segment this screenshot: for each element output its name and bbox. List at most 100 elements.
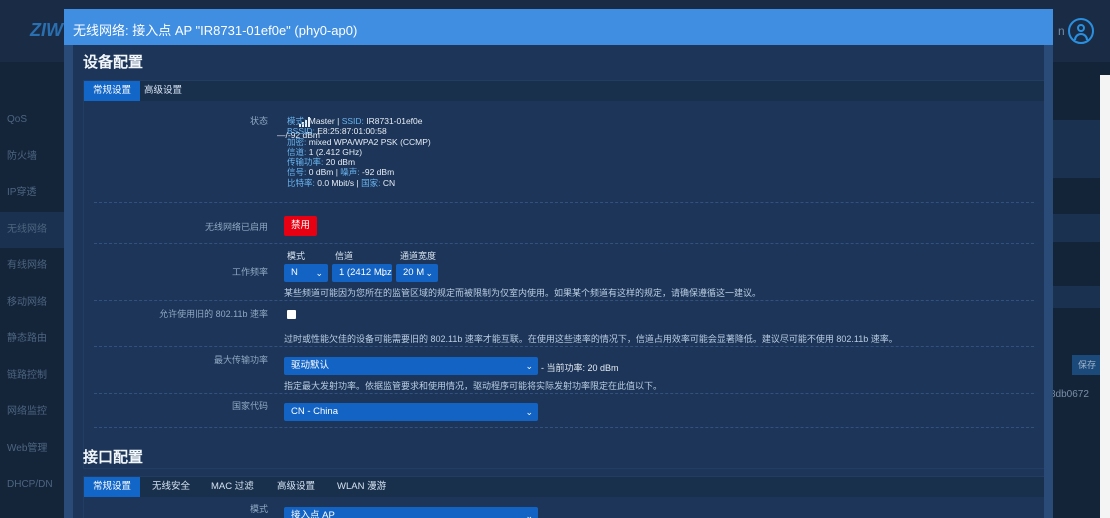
status-line-channel: 信道: 1 (2.412 GHz) — [287, 147, 431, 157]
bssid-value: E8:25:87:01:00:58 — [317, 126, 387, 137]
status-line-mode: 模式: Master | SSID: IR8731-01ef0e — [287, 116, 423, 126]
tx-power-note: 指定最大发射功率。依据监管要求和使用情况，驱动程序可能将实际发射功率限定在此值以… — [284, 381, 663, 391]
mode-key: 模式: — [287, 116, 307, 126]
sidebar-item-firewall[interactable]: 防火墙 — [0, 139, 64, 176]
divider — [94, 346, 1034, 347]
width-select-value: 20 M — [403, 267, 425, 278]
status-label: 状态 — [249, 116, 268, 126]
tab-general-settings[interactable]: 常规设置 — [84, 81, 141, 101]
country-code-value: CN - China — [291, 406, 338, 417]
sidebar-item-qos[interactable]: QoS — [0, 102, 64, 139]
sidebar-item-wired[interactable]: 有线网络 — [0, 248, 64, 285]
country-code-label: 国家代码 — [231, 401, 268, 411]
bssid-key: BSSID: — [287, 126, 315, 137]
divider — [94, 427, 1034, 428]
disable-wireless-button[interactable]: 禁用 — [284, 216, 317, 236]
tab-advanced-settings[interactable]: 高级设置 — [277, 477, 315, 497]
tx-power-select[interactable]: 驱动默认 ⌄ — [284, 357, 538, 375]
signal-value: 0 dBm — [308, 167, 334, 178]
bitrate-key: 比特率: — [287, 177, 315, 188]
ssid-value: IR8731-01ef0e — [366, 116, 423, 126]
interface-config-panel: 常规设置 无线安全 MAC 过滤 高级设置 WLAN 漫游 模式 接入点 AP … — [83, 476, 1044, 518]
app-logo: ZIW — [30, 20, 63, 40]
sidebar-item-link-control[interactable]: 链路控制 — [0, 358, 64, 395]
page-edge — [1100, 75, 1110, 518]
interface-config-title: 接口配置 — [83, 449, 144, 466]
channel-column-header: 信道 — [335, 251, 354, 261]
device-config-panel: 常规设置 高级设置 状态 —/-92 dBm 模式: Master | SSID… — [83, 80, 1044, 469]
channel-select[interactable]: 1 (2412 Mhz ⌄ — [332, 264, 392, 282]
tab-general-settings[interactable]: 常规设置 — [84, 477, 141, 497]
tab-advanced-settings[interactable]: 高级设置 — [144, 81, 182, 101]
channel-value: 1 (2.412 GHz) — [308, 146, 363, 157]
modal-header: 无线网络: 接入点 AP "IR8731-01ef0e" (phy0-ap0) — [64, 9, 1053, 45]
frequency-note: 某些频道可能因为您所在的监管区域的规定而被限制为仅室内使用。如果某个频道有这样的… — [284, 288, 762, 298]
chevron-down-icon: ⌄ — [525, 361, 533, 371]
sidebar-item-ip-tunnel[interactable]: IP穿透 — [0, 175, 64, 212]
width-column-header: 通道宽度 — [400, 251, 437, 261]
user-avatar-icon[interactable] — [1068, 18, 1094, 44]
sidebar-item-web-admin[interactable]: Web管理 — [0, 431, 64, 468]
sidebar-item-dhcp-dns[interactable]: DHCP/DN — [0, 467, 64, 504]
txpower-value: 20 dBm — [325, 157, 356, 168]
bitrate-value: 0.0 Mbit/s — [317, 177, 355, 188]
divider — [94, 393, 1034, 394]
mode-column-header: 模式 — [287, 251, 306, 261]
legacy-rates-checkbox[interactable] — [287, 310, 296, 319]
chevron-down-icon: ⌄ — [315, 268, 323, 278]
country-key: 国家: — [361, 177, 381, 188]
frequency-label: 工作频率 — [231, 267, 268, 277]
interface-config-tabs: 常规设置 无线安全 MAC 过滤 高级设置 WLAN 漫游 — [84, 477, 1044, 497]
chevron-down-icon: ⌄ — [525, 407, 533, 417]
chevron-down-icon: ⌄ — [379, 268, 387, 278]
width-select[interactable]: 20 M ⌄ — [396, 264, 438, 282]
divider — [94, 300, 1034, 301]
status-line-signal: 信号: 0 dBm | 噪声: -92 dBm — [287, 167, 395, 178]
status-line-bitrate: 比特率: 0.0 Mbit/s | 国家: CN — [287, 177, 396, 188]
device-config-title: 设备配置 — [83, 54, 144, 71]
country-value: CN — [382, 177, 396, 188]
channel-key: 信道: — [287, 146, 307, 157]
interface-mode-value: 接入点 AP — [291, 510, 335, 518]
sidebar-item-wireless[interactable]: 无线网络 — [0, 211, 64, 248]
status-line-bssid: BSSID: E8:25:87:01:00:58 — [287, 126, 431, 136]
sidebar-item-static-route[interactable]: 静态路由 — [0, 321, 64, 358]
tab-wlan-roaming[interactable]: WLAN 漫游 — [337, 477, 386, 497]
tab-mac-filter[interactable]: MAC 过滤 — [211, 477, 254, 497]
wireless-config-modal: 无线网络: 接入点 AP "IR8731-01ef0e" (phy0-ap0) … — [64, 9, 1053, 518]
txpower-key: 传输功率: — [287, 157, 324, 168]
noise-key: 噪声: — [340, 167, 360, 178]
user-name-text: n — [1058, 24, 1065, 38]
tab-wireless-security[interactable]: 无线安全 — [152, 477, 190, 497]
mode-value: Master — [308, 116, 335, 126]
wireless-enabled-label: 无线网络已启用 — [204, 222, 268, 232]
current-tx-power: - 当前功率: 20 dBm — [541, 363, 619, 373]
interface-mode-label: 模式 — [249, 504, 268, 514]
divider — [94, 243, 1034, 244]
interface-mode-select[interactable]: 接入点 AP ⌄ — [284, 507, 538, 518]
modal-body: 设备配置 常规设置 高级设置 状态 —/-92 dBm 模式: Master | — [73, 45, 1044, 518]
noise-value: -92 dBm — [362, 167, 395, 178]
background-sidebar: QoS 防火墙 IP穿透 无线网络 有线网络 移动网络 静态路由 链路控制 网络… — [0, 62, 64, 518]
status-line-txpower: 传输功率: 20 dBm — [287, 157, 431, 167]
ssid-key: SSID: — [341, 116, 364, 126]
status-line-encryption: 加密: mixed WPA/WPA2 PSK (CCMP) — [287, 137, 431, 147]
mode-select[interactable]: N ⌄ — [284, 264, 328, 282]
legacy-rates-label: 允许使用旧的 802.11b 速率 — [159, 309, 268, 319]
tx-power-select-value: 驱动默认 — [291, 360, 330, 371]
divider — [94, 202, 1034, 203]
modal-title: 无线网络: 接入点 AP "IR8731-01ef0e" (phy0-ap0) — [73, 23, 358, 38]
sidebar-item-network-monitor[interactable]: 网络监控 — [0, 394, 64, 431]
mode-select-value: N — [291, 267, 298, 278]
country-code-select[interactable]: CN - China ⌄ — [284, 403, 538, 421]
chevron-down-icon: ⌄ — [525, 511, 533, 518]
signal-key: 信号: — [287, 167, 307, 178]
save-button[interactable]: 保存 — [1072, 355, 1102, 375]
tx-power-label: 最大传输功率 — [213, 355, 268, 365]
status-info: 模式: Master | SSID: IR8731-01ef0e BSSID: … — [287, 116, 431, 188]
device-config-tabs: 常规设置 高级设置 — [84, 81, 1044, 101]
chevron-down-icon: ⌄ — [425, 268, 433, 278]
encryption-key: 加密: — [287, 136, 307, 147]
sidebar-item-mobile[interactable]: 移动网络 — [0, 285, 64, 322]
version-hash: 8db0672 — [1050, 389, 1089, 400]
